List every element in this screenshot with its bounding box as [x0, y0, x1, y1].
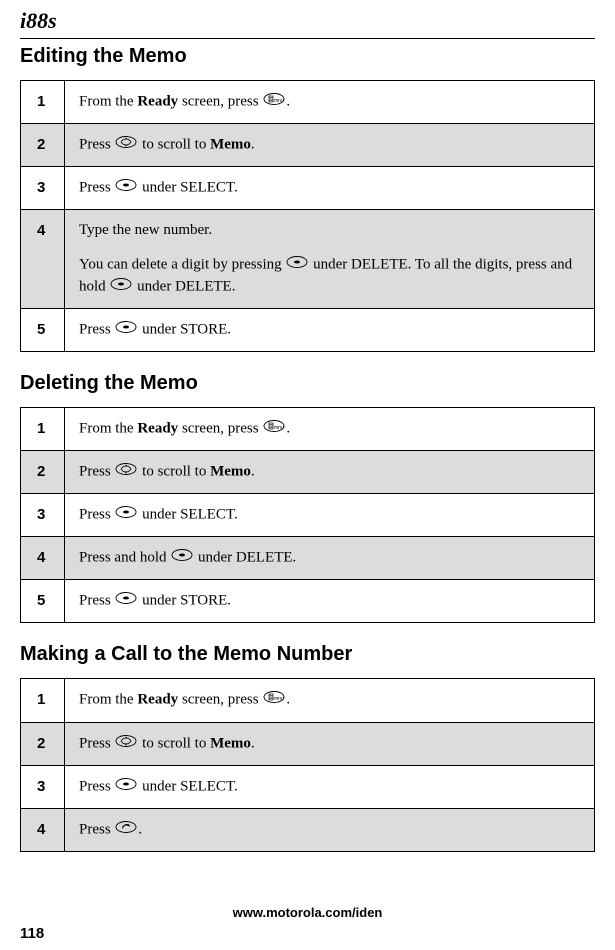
step-text: Press to scroll to Memo.	[65, 451, 595, 494]
softkey-icon	[171, 547, 193, 569]
softkey-icon	[115, 504, 137, 526]
svg-text:mnu: mnu	[274, 696, 284, 702]
table-row: 2Press to scroll to Memo.	[21, 722, 595, 765]
steps-table: 1From the Ready screen, press mnu.2Press…	[20, 80, 595, 352]
step-number: 3	[21, 494, 65, 537]
section-title: Editing the Memo	[20, 45, 595, 68]
page-number: 118	[20, 925, 44, 942]
menu-icon: mnu	[263, 91, 285, 113]
footer-url: www.motorola.com/iden	[0, 905, 615, 920]
step-text: Press and hold under DELETE.	[65, 537, 595, 580]
header-divider	[20, 38, 595, 39]
table-row: 3Press under SELECT.	[21, 167, 595, 210]
table-row: 3Press under SELECT.	[21, 765, 595, 808]
scroll-icon	[115, 733, 137, 755]
section-title: Making a Call to the Memo Number	[20, 643, 595, 666]
step-text: Press to scroll to Memo.	[65, 124, 595, 167]
step-text: From the Ready screen, press mnu.	[65, 679, 595, 722]
step-number: 3	[21, 167, 65, 210]
softkey-icon	[110, 276, 132, 298]
step-number: 4	[21, 808, 65, 851]
softkey-icon	[115, 319, 137, 341]
steps-table: 1From the Ready screen, press mnu.2Press…	[20, 678, 595, 851]
steps-table: 1From the Ready screen, press mnu.2Press…	[20, 407, 595, 623]
table-row: 1From the Ready screen, press mnu.	[21, 81, 595, 124]
step-text: From the Ready screen, press mnu.	[65, 408, 595, 451]
step-number: 3	[21, 765, 65, 808]
step-text: Press .	[65, 808, 595, 851]
table-row: 4Press .	[21, 808, 595, 851]
step-number: 2	[21, 124, 65, 167]
step-number: 2	[21, 451, 65, 494]
step-text: From the Ready screen, press mnu.	[65, 81, 595, 124]
device-model-label: i88s	[20, 8, 595, 34]
step-text: Press to scroll to Memo.	[65, 722, 595, 765]
step-number: 2	[21, 722, 65, 765]
softkey-icon	[115, 590, 137, 612]
table-row: 4Press and hold under DELETE.	[21, 537, 595, 580]
step-number: 1	[21, 408, 65, 451]
step-number: 4	[21, 537, 65, 580]
step-number: 5	[21, 309, 65, 352]
step-number: 4	[21, 210, 65, 309]
table-row: 2Press to scroll to Memo.	[21, 124, 595, 167]
step-number: 1	[21, 81, 65, 124]
step-number: 5	[21, 580, 65, 623]
table-row: 1From the Ready screen, press mnu.	[21, 408, 595, 451]
scroll-icon	[115, 461, 137, 483]
step-text: Press under SELECT.	[65, 167, 595, 210]
step-text: Press under STORE.	[65, 309, 595, 352]
softkey-icon	[286, 254, 308, 276]
table-row: 5Press under STORE.	[21, 580, 595, 623]
step-text: Press under SELECT.	[65, 765, 595, 808]
step-text: Type the new number.You can delete a dig…	[65, 210, 595, 309]
menu-icon: mnu	[263, 689, 285, 711]
table-row: 1From the Ready screen, press mnu.	[21, 679, 595, 722]
call-icon	[115, 819, 137, 841]
table-row: 2Press to scroll to Memo.	[21, 451, 595, 494]
step-text: Press under SELECT.	[65, 494, 595, 537]
svg-text:mnu: mnu	[274, 98, 284, 104]
step-text: Press under STORE.	[65, 580, 595, 623]
svg-text:mnu: mnu	[274, 425, 284, 431]
table-row: 5Press under STORE.	[21, 309, 595, 352]
softkey-icon	[115, 177, 137, 199]
softkey-icon	[115, 776, 137, 798]
scroll-icon	[115, 134, 137, 156]
section-title: Deleting the Memo	[20, 372, 595, 395]
step-number: 1	[21, 679, 65, 722]
table-row: 4Type the new number.You can delete a di…	[21, 210, 595, 309]
table-row: 3Press under SELECT.	[21, 494, 595, 537]
menu-icon: mnu	[263, 418, 285, 440]
